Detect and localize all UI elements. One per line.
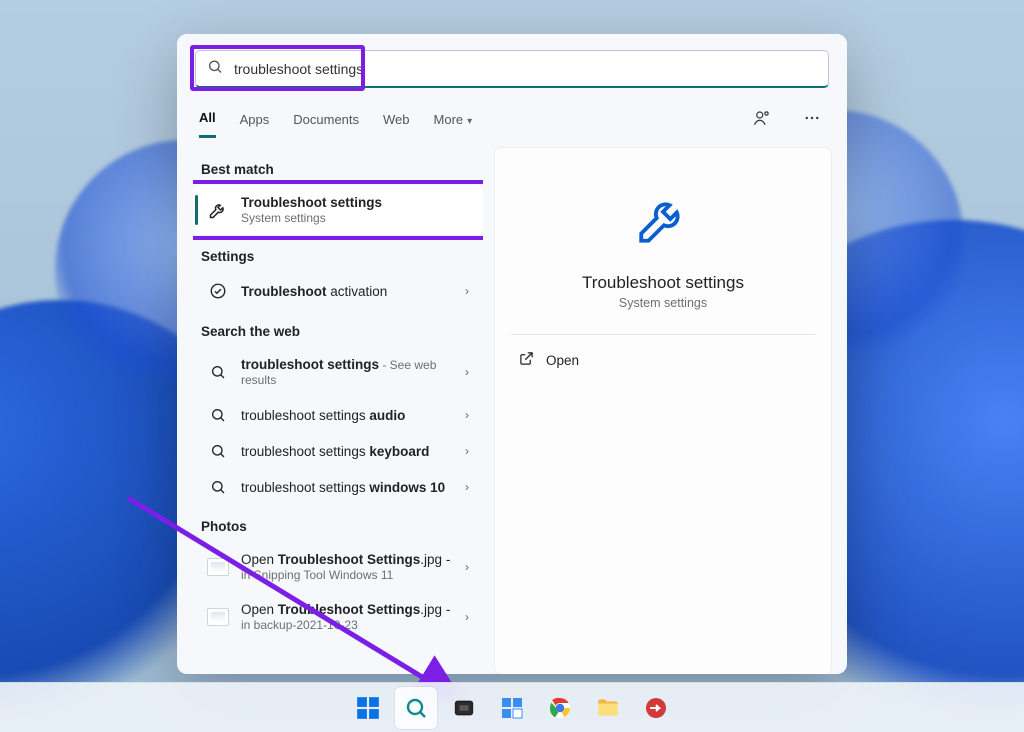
tab-apps[interactable]: Apps bbox=[240, 104, 270, 137]
result-troubleshoot-activation[interactable]: Troubleshoot activation › bbox=[193, 272, 483, 310]
result-title-part: windows 10 bbox=[369, 480, 445, 495]
wrench-icon bbox=[634, 190, 692, 253]
preview-pane: Troubleshoot settings System settings Op… bbox=[495, 148, 831, 674]
result-title-part: Troubleshoot bbox=[241, 284, 327, 299]
result-title-part: audio bbox=[369, 408, 405, 423]
app-button[interactable] bbox=[635, 687, 677, 729]
taskbar bbox=[0, 682, 1024, 732]
result-subtitle: in backup-2021-10-23 bbox=[241, 618, 453, 632]
chevron-right-icon: › bbox=[465, 480, 469, 494]
search-bar bbox=[195, 50, 829, 88]
best-match-card: Troubleshoot settings System settings bbox=[193, 185, 483, 235]
result-photo-2[interactable]: Open Troubleshoot Settings.jpg - in back… bbox=[193, 592, 483, 642]
result-troubleshoot-settings[interactable]: Troubleshoot settings System settings bbox=[193, 185, 483, 235]
chevron-right-icon: › bbox=[465, 408, 469, 422]
result-title-part: Troubleshoot Settings bbox=[278, 552, 421, 567]
chevron-down-icon: ▾ bbox=[467, 116, 472, 127]
taskview-button[interactable] bbox=[443, 687, 485, 729]
search-icon bbox=[207, 364, 229, 380]
open-button[interactable]: Open bbox=[511, 341, 815, 379]
filter-tabs: All Apps Documents Web More▾ bbox=[177, 96, 847, 138]
tab-all[interactable]: All bbox=[199, 102, 216, 138]
image-thumb-icon bbox=[207, 608, 229, 626]
result-title-part: .jpg - bbox=[420, 552, 450, 567]
profile-icon[interactable] bbox=[749, 105, 775, 136]
widgets-button[interactable] bbox=[491, 687, 533, 729]
result-subtitle: System settings bbox=[241, 211, 469, 225]
result-photo-1[interactable]: Open Troubleshoot Settings.jpg - in Snip… bbox=[193, 542, 483, 592]
image-thumb-icon bbox=[207, 558, 229, 576]
result-title-part: .jpg - bbox=[420, 602, 450, 617]
result-web-see-results[interactable]: troubleshoot settings - See web results … bbox=[193, 347, 483, 397]
search-icon bbox=[207, 479, 229, 495]
result-title: Troubleshoot settings bbox=[241, 195, 382, 210]
wrench-icon bbox=[207, 200, 229, 220]
explorer-button[interactable] bbox=[587, 687, 629, 729]
section-best-match: Best match bbox=[193, 148, 483, 185]
more-icon[interactable] bbox=[799, 105, 825, 136]
chevron-right-icon: › bbox=[465, 284, 469, 298]
search-icon bbox=[207, 407, 229, 423]
preview-title: Troubleshoot settings bbox=[582, 273, 744, 293]
open-label: Open bbox=[546, 353, 579, 368]
chevron-right-icon: › bbox=[465, 365, 469, 379]
preview-subtitle: System settings bbox=[619, 296, 707, 310]
section-photos: Photos bbox=[193, 505, 483, 542]
result-web-windows10[interactable]: troubleshoot settings windows 10 › bbox=[193, 469, 483, 505]
result-web-audio[interactable]: troubleshoot settings audio › bbox=[193, 397, 483, 433]
open-external-icon bbox=[519, 351, 534, 369]
check-shield-icon bbox=[207, 282, 229, 300]
result-title-part: keyboard bbox=[369, 444, 429, 459]
search-panel: All Apps Documents Web More▾ Best match … bbox=[177, 34, 847, 674]
search-button[interactable] bbox=[395, 687, 437, 729]
start-button[interactable] bbox=[347, 687, 389, 729]
result-title-part: troubleshoot settings bbox=[241, 357, 379, 372]
selection-indicator bbox=[195, 195, 198, 225]
result-title-part: activation bbox=[327, 284, 388, 299]
section-search-web: Search the web bbox=[193, 310, 483, 347]
tab-documents[interactable]: Documents bbox=[293, 104, 359, 137]
search-icon bbox=[207, 59, 223, 80]
chevron-right-icon: › bbox=[465, 560, 469, 574]
result-title-part: Open bbox=[241, 602, 278, 617]
result-title-part: Troubleshoot Settings bbox=[278, 602, 421, 617]
result-subtitle: in Snipping Tool Windows 11 bbox=[241, 568, 453, 582]
divider bbox=[511, 334, 815, 335]
result-title-part: Open bbox=[241, 552, 278, 567]
search-input[interactable] bbox=[195, 50, 829, 88]
result-title-part: troubleshoot settings bbox=[241, 480, 369, 495]
chrome-button[interactable] bbox=[539, 687, 581, 729]
search-icon bbox=[207, 443, 229, 459]
chevron-right-icon: › bbox=[465, 610, 469, 624]
section-settings: Settings bbox=[193, 235, 483, 272]
tab-web[interactable]: Web bbox=[383, 104, 410, 137]
result-web-keyboard[interactable]: troubleshoot settings keyboard › bbox=[193, 433, 483, 469]
result-title-part: troubleshoot settings bbox=[241, 408, 369, 423]
chevron-right-icon: › bbox=[465, 444, 469, 458]
result-title-part: troubleshoot settings bbox=[241, 444, 369, 459]
results-list: Best match Troubleshoot settings System … bbox=[193, 148, 483, 674]
tab-more[interactable]: More▾ bbox=[434, 104, 473, 137]
